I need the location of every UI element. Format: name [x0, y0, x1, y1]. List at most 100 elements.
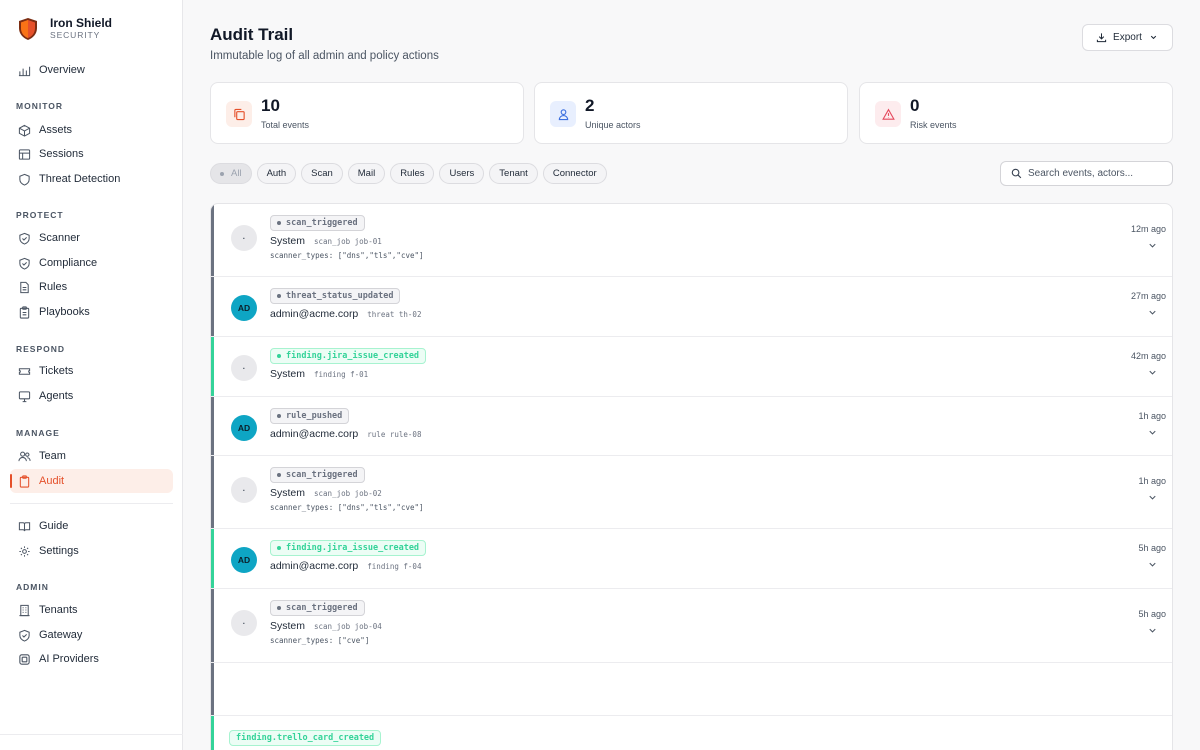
chevron-down-icon[interactable] — [1147, 492, 1158, 503]
event-action-badge: scan_triggered — [270, 600, 365, 616]
audit-event-row[interactable]: AD finding.jira_issue_created admin@acme.c… — [211, 529, 1172, 589]
audit-event-row[interactable]: AD threat_status_updated admin@acme.corp th… — [211, 277, 1172, 337]
sidebar-item-compliance[interactable]: Compliance — [10, 251, 173, 275]
event-action-label: scan_triggered — [286, 470, 358, 480]
status-dot-icon — [277, 473, 281, 477]
event-action-label: finding.jira_issue_created — [286, 543, 420, 553]
filter-chip-all[interactable]: All — [210, 163, 252, 184]
table-icon — [18, 148, 31, 161]
sidebar-item-label: Scanner — [39, 232, 80, 244]
status-dot-icon — [277, 221, 281, 225]
filter-chip-connector[interactable]: Connector — [542, 163, 607, 184]
export-label: Export — [1113, 32, 1142, 43]
event-severity-bar — [211, 716, 214, 750]
status-dot-icon — [277, 414, 281, 418]
audit-event-row[interactable]: finding.trello_card_created — [211, 716, 1172, 750]
audit-event-row[interactable]: · scan_triggered System scan_job job-01 scan… — [211, 204, 1172, 277]
event-action-badge: finding.jira_issue_created — [270, 540, 427, 556]
event-target: rule rule-08 — [367, 430, 422, 439]
search-icon — [1011, 168, 1022, 179]
brand-name: Iron Shield — [50, 16, 113, 30]
nav-section-manage: MANAGE — [16, 428, 60, 438]
sidebar-item-settings[interactable]: Settings — [10, 539, 173, 563]
sidebar-item-team[interactable]: Team — [10, 444, 173, 468]
search-placeholder: Search events, actors... — [1028, 168, 1134, 179]
event-actor: System scan_job job-02 — [270, 487, 382, 499]
download-icon — [1096, 33, 1107, 43]
sidebar-item-overview[interactable]: Overview — [10, 58, 173, 82]
chevron-down-icon[interactable] — [1147, 625, 1158, 636]
sidebar-item-ai-providers[interactable]: AI Providers — [10, 647, 173, 671]
chevron-down-icon[interactable] — [1147, 427, 1158, 438]
copy-icon — [226, 101, 252, 127]
sidebar-item-scanner[interactable]: Scanner — [10, 226, 173, 250]
sidebar-item-rules[interactable]: Rules — [10, 275, 173, 299]
audit-event-row[interactable] — [211, 663, 1172, 716]
sidebar-item-label: Audit — [39, 475, 65, 487]
event-timestamp: 42m ago — [1130, 351, 1166, 361]
audit-event-row[interactable]: · scan_triggered System scan_job job-04 scan… — [211, 589, 1172, 663]
filter-chip-scan[interactable]: Scan — [301, 163, 343, 184]
active-dot-icon — [220, 171, 224, 176]
sidebar-item-tickets[interactable]: Tickets — [10, 359, 173, 383]
brand[interactable]: Iron Shield SECURITY — [18, 16, 112, 41]
event-timestamp: 5h ago — [1138, 609, 1166, 619]
sidebar: Iron Shield SECURITY Overview MONITOR As… — [0, 0, 183, 750]
event-target: scan_job job-01 — [314, 237, 382, 246]
stat-value: 10 — [261, 96, 280, 115]
filter-chip-auth[interactable]: Auth — [256, 163, 297, 184]
sidebar-item-playbooks[interactable]: Playbooks — [10, 300, 173, 324]
sidebar-item-audit[interactable]: Audit — [10, 469, 173, 493]
shield-check-icon — [18, 629, 31, 642]
event-severity-bar — [211, 663, 214, 715]
actor-name: System — [270, 620, 306, 632]
event-action-badge: threat_status_updated — [270, 288, 401, 304]
nav-section-protect: PROTECT — [16, 210, 64, 220]
filter-chip-rules[interactable]: Rules — [390, 163, 435, 184]
event-timestamp: 1h ago — [1138, 476, 1166, 486]
chevron-down-icon[interactable] — [1147, 307, 1158, 318]
actor-avatar: · — [231, 355, 257, 381]
stat-card-unique-actors: 2 Unique actors — [534, 82, 848, 144]
filter-chip-users[interactable]: Users — [439, 163, 485, 184]
page-subtitle: Immutable log of all admin and policy ac… — [210, 50, 439, 62]
sidebar-item-guide[interactable]: Guide — [10, 514, 173, 538]
filter-chip-mail[interactable]: Mail — [347, 163, 386, 184]
sidebar-item-threat-detection[interactable]: Threat Detection — [10, 167, 173, 191]
event-actor: admin@acme.corp finding f-04 — [270, 560, 421, 572]
event-action-label: finding.trello_card_created — [236, 733, 375, 743]
event-severity-bar — [211, 456, 214, 528]
chip-icon — [18, 653, 31, 666]
status-dot-icon — [277, 354, 281, 358]
event-severity-bar — [211, 337, 214, 396]
event-action-badge: finding.jira_issue_created — [270, 348, 427, 364]
actor-name: admin@acme.corp — [270, 308, 359, 320]
event-timestamp: 27m ago — [1130, 291, 1166, 301]
sidebar-item-label: Tenants — [39, 604, 78, 616]
sidebar-item-agents[interactable]: Agents — [10, 384, 173, 408]
audit-event-row[interactable]: · finding.jira_issue_created System finding… — [211, 337, 1172, 397]
sidebar-item-sessions[interactable]: Sessions — [10, 142, 173, 166]
event-metadata: scanner_types: ["cve"] — [270, 636, 370, 645]
event-actor: System scan_job job-04 — [270, 620, 382, 632]
sidebar-item-gateway[interactable]: Gateway — [10, 623, 173, 647]
status-dot-icon — [277, 294, 281, 298]
search-input[interactable]: Search events, actors... — [1000, 161, 1173, 186]
actor-name: admin@acme.corp — [270, 560, 359, 572]
actor-name: System — [270, 368, 306, 380]
sidebar-item-tenants[interactable]: Tenants — [10, 598, 173, 622]
export-button[interactable]: Export — [1082, 24, 1173, 51]
chevron-down-icon[interactable] — [1147, 240, 1158, 251]
event-action-badge: finding.trello_card_created — [229, 730, 382, 746]
ticket-icon — [18, 365, 31, 378]
audit-event-row[interactable]: AD rule_pushed admin@acme.corp rule rule-08… — [211, 397, 1172, 456]
chevron-down-icon[interactable] — [1147, 367, 1158, 378]
chevron-down-icon[interactable] — [1147, 559, 1158, 570]
sidebar-item-assets[interactable]: Assets — [10, 118, 173, 142]
sidebar-item-label: Sessions — [39, 148, 84, 160]
audit-event-row[interactable]: · scan_triggered System scan_job job-02 scan… — [211, 456, 1172, 529]
sidebar-item-label: Guide — [39, 520, 69, 532]
filter-chip-tenant[interactable]: Tenant — [489, 163, 538, 184]
sidebar-item-label: Tickets — [39, 365, 74, 377]
events-list: · scan_triggered System scan_job job-01 scan… — [210, 203, 1173, 750]
